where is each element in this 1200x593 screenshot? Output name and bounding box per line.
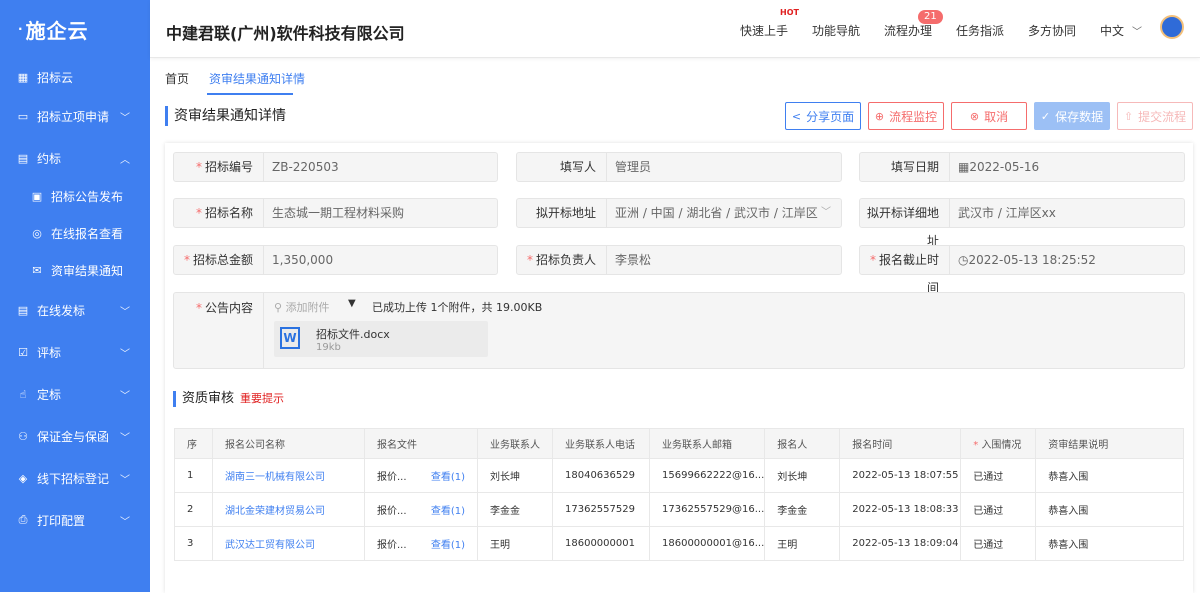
active-tab-indicator	[207, 93, 293, 95]
view-file-link[interactable]: 查看(1)	[431, 502, 477, 517]
table-row: 1 湖南三一机械有限公司 报价... 查看(1) 刘长坤 18040636529 …	[174, 458, 1184, 493]
table-header: 序 报名公司名称 报名文件 业务联系人 业务联系人电话 业务联系人邮箱 报名人 …	[174, 428, 1184, 459]
field-bid-no[interactable]: * 招标编号 ZB-220503	[173, 152, 498, 182]
process-count-badge: 21	[918, 10, 943, 24]
layers-icon: ◈	[18, 471, 28, 485]
field-owner[interactable]: * 招标负责人 李景松	[516, 245, 842, 275]
tab-home[interactable]: 首页	[165, 70, 189, 87]
view-file-link[interactable]: 查看(1)	[431, 468, 477, 483]
page-title: 资审结果通知详情	[165, 106, 286, 126]
table-row: 3 武汉达工贸有限公司 报价... 查看(1) 王明 18600000001 18…	[174, 526, 1184, 561]
hand-icon: ☝	[19, 387, 27, 401]
print-icon: ⎙	[18, 513, 28, 526]
sidebar-item-result-notice[interactable]: ✉ 资审结果通知	[0, 256, 150, 284]
chevron-down-icon: ﹀	[120, 306, 130, 318]
sidebar-item-award[interactable]: ☝ 定标 ﹀	[0, 380, 150, 408]
add-attachment-button[interactable]: ⚲ 添加附件	[274, 299, 330, 315]
important-hint-link[interactable]: 重要提示	[240, 392, 284, 405]
attachment-dropdown-icon[interactable]: ▼	[348, 298, 356, 309]
field-amount[interactable]: * 招标总金额 1,350,000	[173, 245, 498, 275]
company-link[interactable]: 武汉达工贸有限公司	[212, 526, 365, 561]
file-size: 19kb	[316, 342, 341, 353]
table-row: 2 湖北金荣建材贸易公司 报价... 查看(1) 李金金 17362557529 …	[174, 492, 1184, 527]
hot-badge: HOT	[780, 8, 799, 17]
chevron-down-icon: ﹀	[120, 432, 130, 444]
grid-icon: ▦	[17, 70, 29, 84]
save-icon: ✓	[1040, 109, 1051, 123]
monitor-icon: ⊕	[874, 109, 885, 123]
sidebar-item-invite[interactable]: ▤ 约标 ︿	[0, 144, 150, 172]
list-icon: ▤	[17, 303, 29, 317]
mail-icon: ✉	[32, 263, 42, 277]
logo-text: 施企云	[25, 18, 89, 43]
nav-collab[interactable]: 多方协同	[1028, 22, 1076, 39]
view-file-link[interactable]: 查看(1)	[431, 536, 477, 551]
sidebar-item-print[interactable]: ⎙ 打印配置 ﹀	[0, 506, 150, 534]
nav-tasks[interactable]: 任务指派	[956, 22, 1004, 39]
calendar-icon: ▦	[958, 160, 970, 174]
avatar[interactable]	[1160, 15, 1184, 39]
submit-button[interactable]: ⇧ 提交流程	[1117, 102, 1193, 130]
sidebar-item-project[interactable]: ▭ 招标立项申请 ﹀	[0, 102, 150, 130]
clock-icon: ◷	[958, 253, 969, 267]
chevron-up-icon: ︿	[120, 154, 130, 166]
logo: · 施企云	[0, 0, 150, 58]
nav-quickstart[interactable]: 快速上手 HOT	[740, 8, 799, 39]
field-date[interactable]: 填写日期 ▦2022-05-16	[859, 152, 1185, 182]
chevron-down-icon: ﹀	[821, 207, 831, 218]
chevron-down-icon: ﹀	[120, 516, 130, 528]
language-select[interactable]: 中文 ﹀	[1100, 22, 1142, 39]
tab-result-detail[interactable]: 资审结果通知详情	[209, 70, 305, 87]
topbar: 中建君联(广州)软件科技有限公司 快速上手 HOT 功能导航 流程办理 21 任务指…	[150, 0, 1200, 58]
notice-attachment-field: * 公告内容 ⚲ 添加附件 ▼ 已成功上传 1个附件，共 19.00KB W 招标…	[173, 292, 1185, 369]
save-button[interactable]: ✓ 保存数据	[1034, 102, 1110, 130]
company-link[interactable]: 湖北金荣建材贸易公司	[212, 492, 365, 527]
sidebar-item-online-bid[interactable]: ▤ 在线发标 ﹀	[0, 296, 150, 324]
sidebar-item-evaluate[interactable]: ☑ 评标 ﹀	[0, 338, 150, 366]
sidebar-item-deposit[interactable]: ⚇ 保证金与保函 ﹀	[0, 422, 150, 450]
sidebar-item-signup-view[interactable]: ◎ 在线报名查看	[0, 219, 150, 247]
field-bid-name[interactable]: * 招标名称 生态城一期工程材料采购	[173, 198, 498, 228]
user-icon: ◎	[32, 226, 42, 240]
cancel-icon: ⊗	[969, 109, 980, 123]
nav-functions[interactable]: 功能导航	[812, 22, 860, 39]
field-writer[interactable]: 填写人 管理员	[516, 152, 842, 182]
check-icon: ☑	[18, 345, 28, 359]
sidebar-item-offline[interactable]: ◈ 线下招标登记 ﹀	[0, 464, 150, 492]
field-place[interactable]: 拟开标地址 亚洲 / 中国 / 湖北省 / 武汉市 / 江岸区 ﹀	[516, 198, 842, 228]
share-icon: <	[791, 109, 802, 123]
docs-icon: ▤	[17, 151, 29, 165]
upload-icon: ⇧	[1123, 109, 1134, 123]
sidebar: · 施企云 ▦ 招标云 ▭ 招标立项申请 ﹀ ▤ 约标 ︿ ▣ 招标公告发布 ◎ 在线报名查看 …	[0, 0, 150, 592]
notice-icon: ▣	[31, 189, 43, 203]
attachment-file[interactable]: W 招标文件.docx 19kb	[274, 321, 488, 357]
file-name: 招标文件.docx	[316, 328, 390, 341]
chevron-down-icon: ﹀	[120, 348, 130, 360]
org-icon: ⚇	[18, 429, 28, 443]
nav-process[interactable]: 流程办理 21	[884, 10, 943, 39]
field-place-detail[interactable]: 拟开标详细地址 武汉市 / 江岸区xx	[859, 198, 1185, 248]
monitor-button[interactable]: ⊕ 流程监控	[868, 102, 944, 130]
share-button[interactable]: < 分享页面	[785, 102, 861, 130]
word-file-icon: W	[280, 327, 300, 349]
company-link[interactable]: 湖南三一机械有限公司	[212, 458, 365, 493]
sidebar-item-bidcloud[interactable]: ▦ 招标云	[0, 63, 150, 91]
field-deadline[interactable]: * 报名截止时间 ◷2022-05-13 18:25:52	[859, 245, 1185, 295]
chevron-down-icon: ﹀	[120, 390, 130, 402]
sidebar-item-notice-publish[interactable]: ▣ 招标公告发布	[0, 182, 150, 210]
chevron-down-icon: ﹀	[120, 474, 130, 486]
attach-icon: ⚲	[274, 301, 286, 314]
folder-icon: ▭	[17, 109, 29, 123]
tab-bar: 首页 资审结果通知详情	[150, 58, 1200, 96]
section-title: 资质审核 重要提示	[173, 391, 284, 407]
upload-status: 已成功上传 1个附件，共 19.00KB	[372, 301, 543, 314]
chevron-down-icon: ﹀	[120, 112, 130, 124]
company-name: 中建君联(广州)软件科技有限公司	[166, 24, 405, 43]
chevron-down-icon: ﹀	[1132, 27, 1143, 38]
qualification-table: 序 报名公司名称 报名文件 业务联系人 业务联系人电话 业务联系人邮箱 报名人 …	[174, 428, 1184, 561]
cancel-button[interactable]: ⊗ 取消	[951, 102, 1027, 130]
